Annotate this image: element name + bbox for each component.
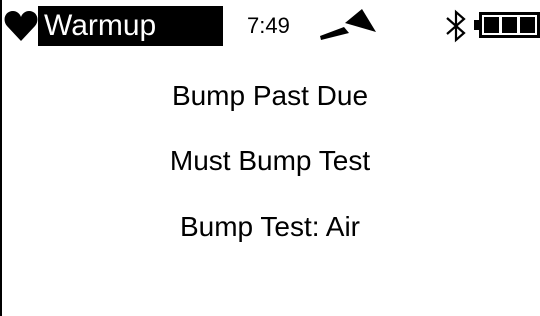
mode-indicator: Warmup <box>38 6 223 46</box>
clock: 7:49 <box>247 13 290 38</box>
bluetooth-icon <box>446 9 466 43</box>
status-bar: Warmup 7:49 <box>0 0 540 52</box>
message-must-bump-test: Must Bump Test <box>169 145 371 176</box>
message-bump-test-gas: Bump Test: Air <box>179 211 360 242</box>
heart-icon <box>4 11 38 41</box>
signal-icon <box>320 9 376 40</box>
mode-label: Warmup <box>44 9 157 42</box>
message-bump-past-due: Bump Past Due <box>171 80 369 111</box>
device-screen: Warmup 7:49 Bump Past Due Must Bump Test… <box>0 0 540 316</box>
battery-icon <box>474 12 540 38</box>
